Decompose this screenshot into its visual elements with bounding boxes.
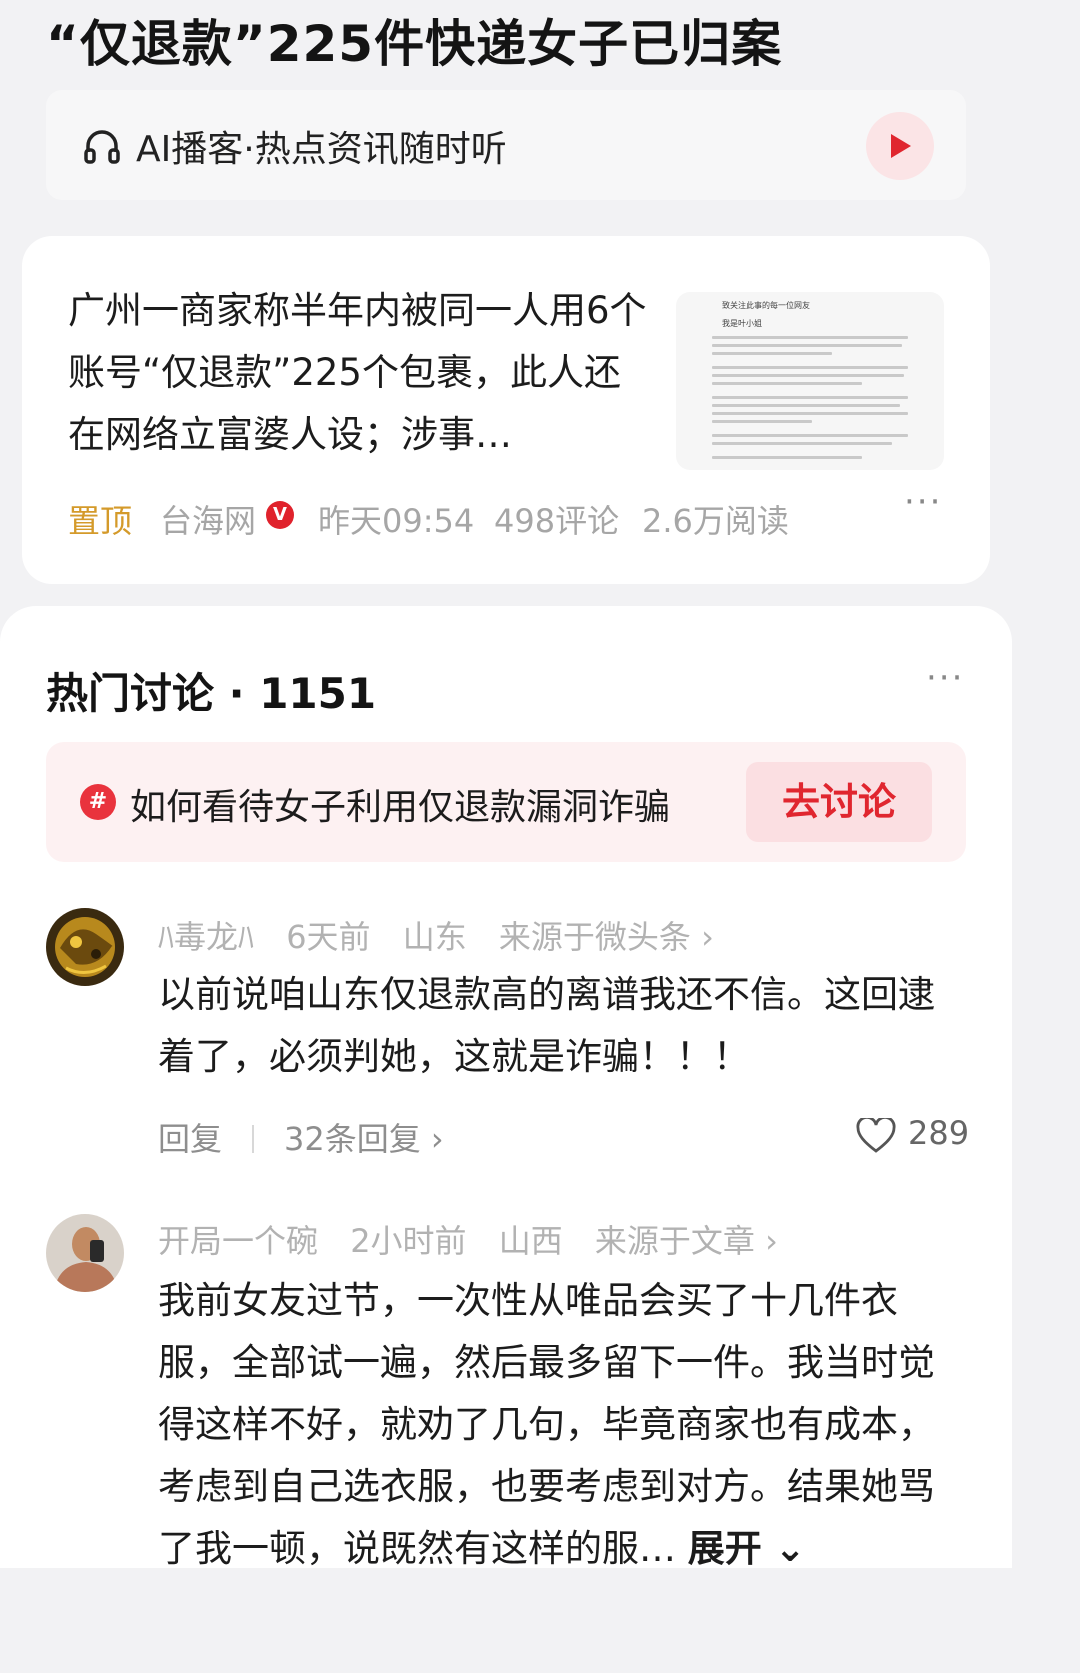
headphones-icon xyxy=(84,130,120,164)
expand-button[interactable]: 展开 ⌄ xyxy=(688,1527,806,1570)
comment-body[interactable]: 我前女友过节，一次性从唯品会买了十几件衣服，全部试一遍，然后最多留下一件。我当时… xyxy=(158,1270,958,1580)
thumbnail-text-line xyxy=(712,352,832,355)
thumbnail-text-line xyxy=(712,382,862,385)
comment-location: 山西 xyxy=(498,1222,563,1260)
publish-time: 昨天09:54 xyxy=(318,502,475,540)
comment-location: 山东 xyxy=(402,918,467,956)
page-title: “仅退款”225件快递女子已归案 xyxy=(46,15,783,73)
ai-podcast-label: AI播客·热点资讯随时听 xyxy=(136,129,507,170)
section-title: 热门讨论 · 1151 xyxy=(46,669,377,718)
hot-discussion-section: 热门讨论 · 1151 ··· # 如何看待女子利用仅退款漏洞诈骗 去讨论 ﾊ毒… xyxy=(0,606,1012,1570)
avatar[interactable] xyxy=(46,1214,124,1292)
thumbnail-text-line xyxy=(712,456,862,459)
play-button[interactable] xyxy=(866,112,934,180)
heart-icon xyxy=(856,1116,896,1153)
user-photo-avatar-image xyxy=(46,1214,124,1292)
divider xyxy=(252,1125,255,1153)
comment-source-link[interactable]: 来源于微头条 › xyxy=(499,918,714,956)
news-card[interactable]: 广州一商家称半年内被同一人用6个账号“仅退款”225个包裹，此人还在网络立富婆人… xyxy=(22,236,990,584)
dragon-avatar-image xyxy=(46,908,124,986)
comment-meta: ﾊ毒龙ﾊ 6天前 山东 来源于微头条 › xyxy=(158,912,736,958)
topic-text: 如何看待女子利用仅退款漏洞诈骗 xyxy=(130,787,671,828)
news-summary: 广州一商家称半年内被同一人用6个账号“仅退款”225个包裹，此人还在网络立富婆人… xyxy=(68,289,647,456)
comment-count: 498评论 xyxy=(494,502,620,540)
thumbnail-text-line xyxy=(712,434,908,437)
thumbnail-text-line xyxy=(712,404,900,407)
comment-text: 我前女友过节，一次性从唯品会买了十几件衣服，全部试一遍，然后最多留下一件。我当时… xyxy=(158,1279,935,1570)
thumbnail-heading: 致关注此事的每一位网友 xyxy=(722,301,810,310)
more-options-icon[interactable]: ··· xyxy=(904,482,942,522)
pinned-label: 置顶 xyxy=(68,502,133,540)
thumbnail-text-line xyxy=(712,396,908,399)
thumbnail-text-line xyxy=(712,374,904,377)
comment-item: 开局一个碗 2小时前 山西 来源于文章 › 我前女友过节，一次性从唯品会买了十几… xyxy=(0,1212,1012,1570)
comment-source-link[interactable]: 来源于文章 › xyxy=(595,1222,778,1260)
comment-body[interactable]: 以前说咱山东仅退款高的离谱我还不信。这回逮着了，必须判她，这就是诈骗！！！ xyxy=(158,964,958,1088)
news-source[interactable]: 台海网 xyxy=(160,496,256,542)
thumbnail-text-line xyxy=(712,366,908,369)
like-button[interactable]: 289 xyxy=(856,1114,969,1154)
comment-item: ﾊ毒龙ﾊ 6天前 山东 来源于微头条 › 以前说咱山东仅退款高的离谱我还不信。这… xyxy=(0,908,1012,1178)
discussion-topic-banner[interactable]: # 如何看待女子利用仅退款漏洞诈骗 去讨论 xyxy=(46,742,966,862)
play-icon xyxy=(891,134,911,158)
comment-username[interactable]: 开局一个碗 xyxy=(158,1222,318,1260)
comment-username[interactable]: ﾊ毒龙ﾊ xyxy=(158,918,254,956)
go-discuss-button[interactable]: 去讨论 xyxy=(746,762,932,842)
read-count: 2.6万阅读 xyxy=(642,502,789,540)
thumbnail-text-line xyxy=(712,344,902,347)
news-thumbnail[interactable]: 致关注此事的每一位网友 我是叶小姐 xyxy=(676,292,944,470)
thumbnail-text-line xyxy=(712,442,892,445)
news-meta: 置顶 台海网 V 昨天09:54 498评论 2.6万阅读 ··· xyxy=(68,482,948,540)
comment-meta: 开局一个碗 2小时前 山西 来源于文章 › xyxy=(158,1216,800,1262)
thumbnail-text-line xyxy=(712,336,908,339)
reply-button[interactable]: 回复 xyxy=(158,1120,222,1158)
comment-actions: 回复 32条回复 › xyxy=(158,1114,444,1160)
ai-podcast-bar[interactable]: AI播客·热点资讯随时听 xyxy=(46,90,966,200)
verified-badge-icon: V xyxy=(266,501,294,529)
more-options-icon[interactable]: ··· xyxy=(926,658,964,698)
like-count: 289 xyxy=(908,1114,970,1152)
thumbnail-text-line xyxy=(712,420,812,423)
thumbnail-subheading: 我是叶小姐 xyxy=(722,319,762,328)
hashtag-icon: # xyxy=(80,784,116,820)
comment-time: 6天前 xyxy=(286,918,371,956)
avatar[interactable] xyxy=(46,908,124,986)
thumbnail-text-line xyxy=(712,412,908,415)
view-replies-link[interactable]: 32条回复 › xyxy=(284,1120,444,1158)
comment-time: 2小时前 xyxy=(350,1222,467,1260)
